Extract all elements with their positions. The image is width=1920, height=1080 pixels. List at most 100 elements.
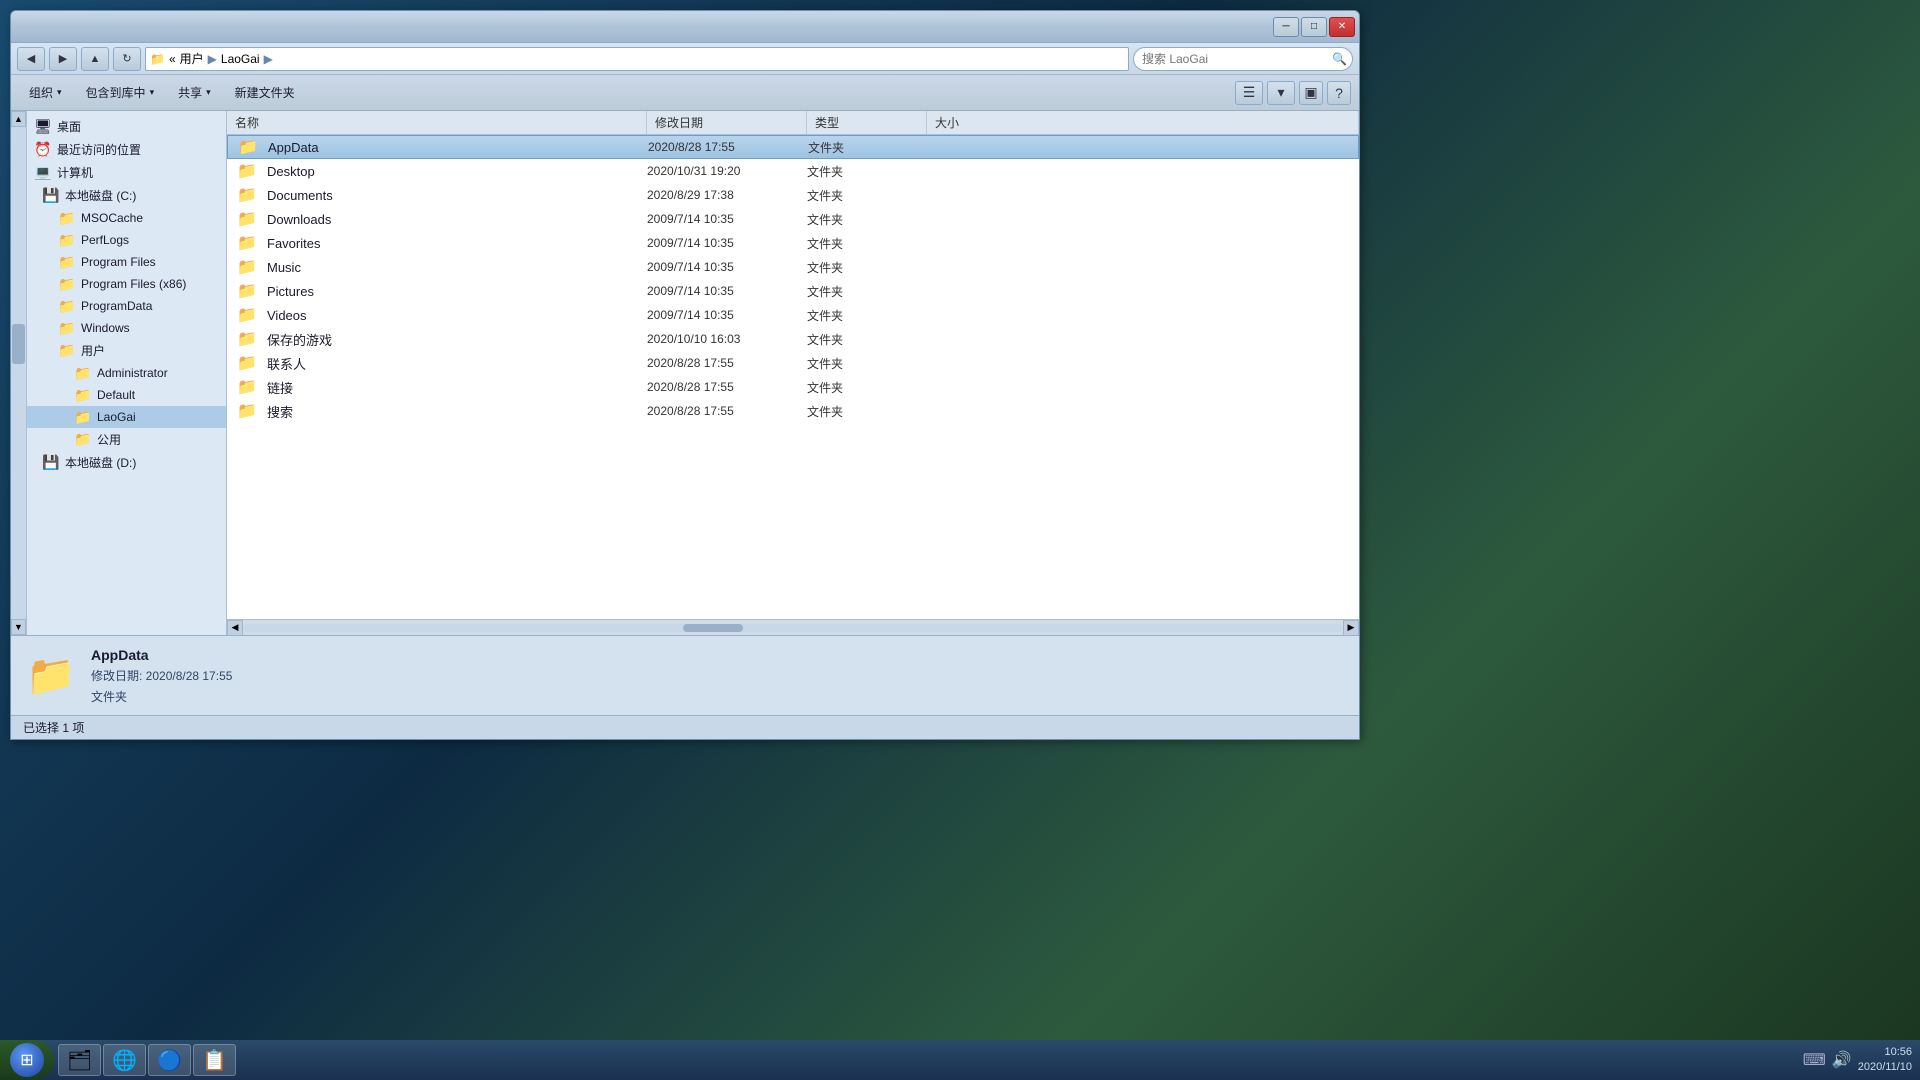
sidebar-item-laogai[interactable]: 📁 LaoGai [27,406,226,428]
file-name-contacts: 联系人 [267,354,647,373]
address-part-2[interactable]: LaoGai [221,52,260,66]
taskbar-app-app4[interactable]: 📋 [193,1044,236,1076]
scroll-left-button[interactable]: ◀ [227,620,243,636]
file-type-saved-games: 文件夹 [807,331,927,348]
sidebar-item-program-data[interactable]: 📁 ProgramData [27,295,226,317]
file-icon-links: 📁 [227,377,267,397]
address-part-1[interactable]: 用户 [180,50,204,67]
col-header-size[interactable]: 大小 [927,111,1359,134]
file-row-links[interactable]: 📁 链接 2020/8/28 17:55 文件夹 [227,375,1359,399]
sidebar-label-laogai: LaoGai [97,410,136,424]
sidebar-item-local-c[interactable]: 💾 本地磁盘 (C:) [27,184,226,207]
sidebar-item-program-files-x86[interactable]: 📁 Program Files (x86) [27,273,226,295]
organize-button[interactable]: 组织 ▾ [19,79,72,107]
forward-button[interactable]: ▶ [49,47,77,71]
file-icon-favorites: 📁 [227,233,267,253]
sidebar-label-public: 公用 [97,431,121,448]
taskbar-app-chrome[interactable]: 🔵 [148,1044,191,1076]
share-arrow: ▾ [206,87,211,98]
address-bar[interactable]: 📁 « 用户 ▶ LaoGai ▶ [145,47,1129,71]
column-headers: 名称 修改日期 类型 大小 [227,111,1359,135]
col-header-date[interactable]: 修改日期 [647,111,807,134]
file-row-contacts[interactable]: 📁 联系人 2020/8/28 17:55 文件夹 [227,351,1359,375]
sidebar-icon-public: 📁 [75,432,91,448]
horizontal-scrollbar[interactable]: ◀ ▶ [227,619,1359,635]
sidebar-item-recent[interactable]: ⏰ 最近访问的位置 [27,138,226,161]
sidebar-item-desktop[interactable]: 🖥 桌面 [27,115,226,138]
file-row-saved-games[interactable]: 📁 保存的游戏 2020/10/10 16:03 文件夹 [227,327,1359,351]
share-label: 共享 [178,84,202,101]
file-row-appdata[interactable]: 📁 AppData 2020/8/28 17:55 文件夹 [227,135,1359,159]
start-button[interactable]: ⊞ [0,1040,54,1080]
sidebar-item-administrator[interactable]: 📁 Administrator [27,362,226,384]
sidebar-scroll-up[interactable]: ▲ [11,111,26,127]
close-button[interactable]: ✕ [1329,17,1355,37]
file-row-pictures[interactable]: 📁 Pictures 2009/7/14 10:35 文件夹 [227,279,1359,303]
file-type-documents: 文件夹 [807,187,927,204]
taskbar-app-file-explorer[interactable]: 🗂 [58,1044,101,1076]
share-button[interactable]: 共享 ▾ [168,79,221,107]
file-row-documents[interactable]: 📁 Documents 2020/8/29 17:38 文件夹 [227,183,1359,207]
maximize-button[interactable]: □ [1301,17,1327,37]
scroll-right-button[interactable]: ▶ [1343,620,1359,636]
file-name-searches: 搜索 [267,402,647,421]
file-name-favorites: Favorites [267,236,647,251]
sidebar-item-program-files[interactable]: 📁 Program Files [27,251,226,273]
sidebar-label-program-files-x86: Program Files (x86) [81,277,186,291]
file-name-documents: Documents [267,188,647,203]
explorer-window: ─ □ ✕ ◀ ▶ ▲ ↻ 📁 « 用户 ▶ LaoGai ▶ 🔍 [10,10,1360,740]
sidebar-label-program-files: Program Files [81,255,156,269]
sidebar-item-windows[interactable]: 📁 Windows [27,317,226,339]
search-icon: 🔍 [1332,52,1347,66]
file-row-downloads[interactable]: 📁 Downloads 2009/7/14 10:35 文件夹 [227,207,1359,231]
refresh-button[interactable]: ↻ [113,47,141,71]
sidebar-item-local-d[interactable]: 💾 本地磁盘 (D:) [27,451,226,474]
view-details-button[interactable]: ☰ [1235,81,1263,105]
file-icon-desktop-f: 📁 [227,161,267,181]
minimize-button[interactable]: ─ [1273,17,1299,37]
scroll-thumb [683,624,743,632]
col-header-type[interactable]: 类型 [807,111,927,134]
sidebar-item-default[interactable]: 📁 Default [27,384,226,406]
up-button[interactable]: ▲ [81,47,109,71]
sidebar-item-perflogs[interactable]: 📁 PerfLogs [27,229,226,251]
file-icon-contacts: 📁 [227,353,267,373]
tray-time: 10:56 [1858,1045,1912,1060]
sidebar-scrollbar[interactable]: ▲ ▼ [11,111,27,635]
view-dropdown-button[interactable]: ▾ [1267,81,1295,105]
keyboard-icon: ⌨ [1803,1050,1826,1070]
file-type-pictures: 文件夹 [807,283,927,300]
sidebar-icon-program-files: 📁 [59,254,75,270]
tray-clock[interactable]: 10:56 2020/11/10 [1858,1045,1912,1076]
file-row-favorites[interactable]: 📁 Favorites 2009/7/14 10:35 文件夹 [227,231,1359,255]
file-date-saved-games: 2020/10/10 16:03 [647,332,807,346]
sidebar-item-users[interactable]: 📁 用户 [27,339,226,362]
sidebar-item-msocache[interactable]: 📁 MSOCache [27,207,226,229]
back-button[interactable]: ◀ [17,47,45,71]
sidebar-scroll-track [11,127,26,619]
sidebar-label-administrator: Administrator [97,366,168,380]
file-row-videos[interactable]: 📁 Videos 2009/7/14 10:35 文件夹 [227,303,1359,327]
bottom-status-bar: 已选择 1 项 [11,715,1359,739]
sidebar-item-public[interactable]: 📁 公用 [27,428,226,451]
file-row-desktop-f[interactable]: 📁 Desktop 2020/10/31 19:20 文件夹 [227,159,1359,183]
sidebar-item-computer[interactable]: 💻 计算机 [27,161,226,184]
file-type-videos: 文件夹 [807,307,927,324]
sidebar-scroll-down[interactable]: ▼ [11,619,26,635]
taskbar-apps: 🗂🌐🔵📋 [54,1040,240,1080]
help-button[interactable]: ? [1327,81,1351,105]
file-date-links: 2020/8/28 17:55 [647,380,807,394]
sidebar-icon-msocache: 📁 [59,210,75,226]
col-header-name[interactable]: 名称 [227,111,647,134]
file-type-searches: 文件夹 [807,403,927,420]
sidebar-icon-local-c: 💾 [43,188,59,204]
start-orb: ⊞ [10,1043,44,1077]
search-input[interactable] [1133,47,1353,71]
taskbar-app-chrome-color[interactable]: 🌐 [103,1044,146,1076]
file-row-music[interactable]: 📁 Music 2009/7/14 10:35 文件夹 [227,255,1359,279]
file-row-searches[interactable]: 📁 搜索 2020/8/28 17:55 文件夹 [227,399,1359,423]
new-folder-button[interactable]: 新建文件夹 [225,79,305,107]
preview-pane-button[interactable]: ▣ [1299,81,1323,105]
sidebar-label-msocache: MSOCache [81,211,143,225]
include-library-button[interactable]: 包含到库中 ▾ [76,79,165,107]
